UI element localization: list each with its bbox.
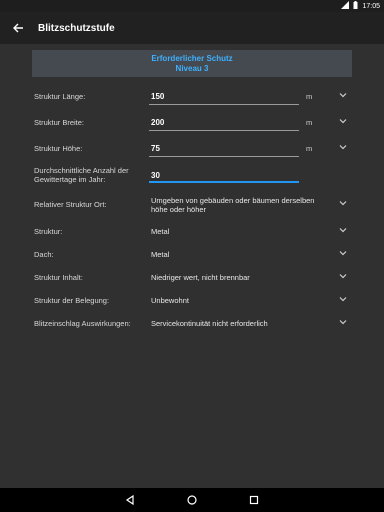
thunderstorm-days-underline	[149, 181, 299, 183]
result-heading: Erforderlicher Schutz	[151, 54, 233, 63]
length-row: Struktur Länge: m	[34, 87, 354, 107]
width-row: Struktur Breite: m	[34, 113, 354, 133]
width-underline	[149, 130, 299, 131]
height-label: Struktur Höhe:	[34, 144, 83, 153]
chevron-down-icon[interactable]	[337, 293, 349, 305]
chevron-down-icon[interactable]	[337, 141, 349, 153]
location-label: Relativer Struktur Ort:	[34, 200, 107, 209]
width-unit: m	[306, 118, 313, 127]
content-value[interactable]: Niedriger wert, nicht brennbar	[151, 273, 250, 282]
structure-row[interactable]: Struktur: Metal	[34, 222, 354, 242]
impact-value[interactable]: Servicekontinuität nicht erforderlich	[151, 319, 268, 328]
content-label: Struktur Inhalt:	[34, 273, 83, 282]
page-title: Blitzschutzstufe	[38, 22, 115, 34]
signal-icon	[341, 1, 350, 11]
height-underline	[149, 156, 299, 157]
impact-row[interactable]: Blitzeinschlag Auswirkungen: Servicekont…	[34, 314, 354, 334]
status-bar: 17:05	[0, 0, 384, 12]
nav-home-button[interactable]	[161, 488, 223, 512]
app-toolbar: Blitzschutzstufe	[0, 12, 384, 44]
length-unit: m	[306, 92, 313, 101]
occupancy-value[interactable]: Unbewohnt	[151, 296, 189, 305]
length-label: Struktur Länge:	[34, 92, 86, 101]
height-unit: m	[306, 144, 313, 153]
nav-recents-button[interactable]	[223, 488, 285, 512]
structure-label: Struktur:	[34, 227, 63, 236]
roof-value[interactable]: Metal	[151, 250, 169, 259]
thunderstorm-days-row: Durchschnittliche Anzahl der Gewittertag…	[34, 163, 354, 187]
battery-icon	[353, 1, 358, 11]
nav-back-button[interactable]	[99, 488, 161, 512]
location-row[interactable]: Relativer Struktur Ort: Umgeben von gebä…	[34, 193, 354, 219]
chevron-down-icon[interactable]	[337, 89, 349, 101]
triangle-back-icon	[125, 495, 134, 505]
back-button[interactable]	[2, 12, 34, 44]
structure-value[interactable]: Metal	[151, 227, 169, 236]
roof-row[interactable]: Dach: Metal	[34, 245, 354, 265]
occupancy-row[interactable]: Struktur der Belegung: Unbewohnt	[34, 291, 354, 311]
location-value[interactable]: Umgeben von gebäuden oder bäumen derselb…	[151, 196, 331, 214]
chevron-down-icon[interactable]	[337, 115, 349, 127]
impact-label: Blitzeinschlag Auswirkungen:	[34, 319, 131, 328]
length-underline	[149, 104, 299, 105]
chevron-down-icon[interactable]	[337, 224, 349, 236]
content-row[interactable]: Struktur Inhalt: Niedriger wert, nicht b…	[34, 268, 354, 288]
circle-home-icon	[187, 495, 197, 505]
height-input[interactable]	[151, 142, 297, 154]
width-label: Struktur Breite:	[34, 118, 85, 127]
arrow-left-icon	[13, 23, 23, 33]
result-banner: Erforderlicher Schutz Niveau 3	[32, 50, 352, 77]
chevron-down-icon[interactable]	[337, 270, 349, 282]
occupancy-label: Struktur der Belegung:	[34, 296, 110, 305]
thunderstorm-days-label: Durchschnittliche Anzahl der Gewittertag…	[34, 166, 129, 184]
square-recents-icon	[249, 495, 259, 505]
result-level: Niveau 3	[175, 64, 209, 73]
chevron-down-icon[interactable]	[337, 197, 349, 209]
roof-label: Dach:	[34, 250, 54, 259]
chevron-down-icon[interactable]	[337, 247, 349, 259]
clock: 17:05	[362, 2, 380, 10]
length-input[interactable]	[151, 90, 297, 102]
system-nav-bar	[0, 488, 384, 512]
thunderstorm-days-input[interactable]	[151, 169, 297, 181]
width-input[interactable]	[151, 116, 297, 128]
height-row: Struktur Höhe: m	[34, 139, 354, 159]
chevron-down-icon[interactable]	[337, 316, 349, 328]
